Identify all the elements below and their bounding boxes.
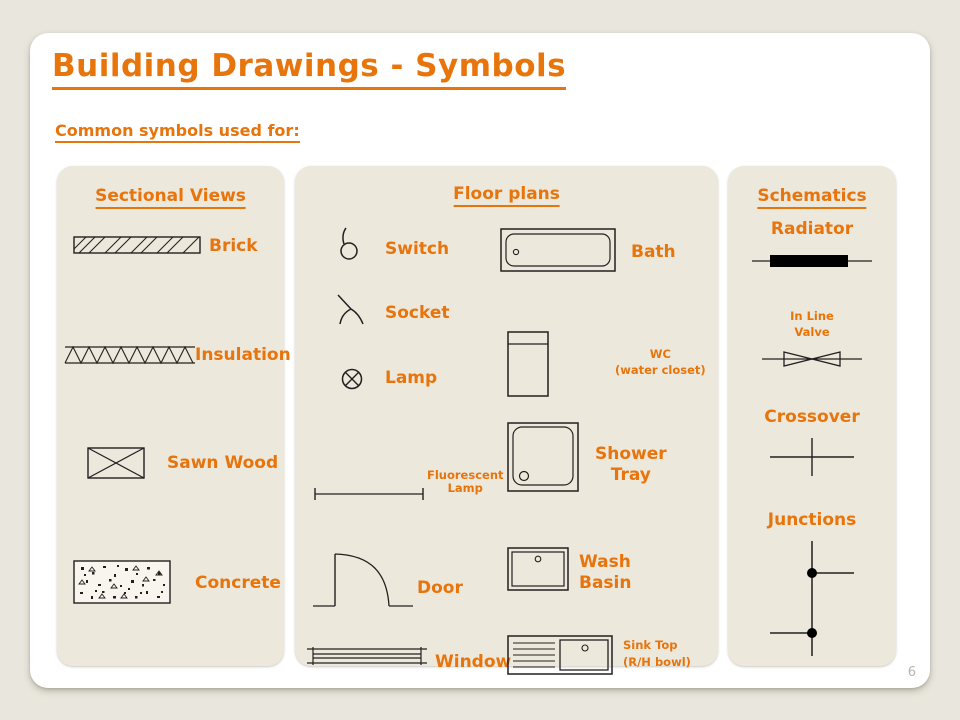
label-lamp: Lamp — [385, 368, 438, 388]
label-bath: Bath — [631, 242, 676, 262]
page-title: Building Drawings - Symbols — [52, 48, 567, 90]
label-sink-top: Sink Top (R/H bowl) — [623, 638, 691, 669]
concrete-speckle-symbol — [73, 560, 171, 604]
bath-symbol — [500, 228, 616, 272]
junctions-symbol — [770, 541, 854, 656]
label-window: Window — [435, 652, 512, 672]
lamp-symbol — [339, 366, 365, 392]
label-wc: WC (water closet) — [615, 347, 706, 377]
label-wash-basin: Wash Basin — [579, 552, 632, 594]
window-symbol — [307, 643, 427, 669]
page-number: 6 — [907, 665, 916, 680]
label-socket: Socket — [385, 303, 450, 323]
socket-symbol — [335, 293, 373, 327]
panel-title-sectional-views: Sectional Views — [95, 186, 246, 209]
panel-floor-plans: Floor plans Switch Socket Lamp Fluoresce… — [295, 166, 718, 675]
label-door: Door — [417, 578, 463, 598]
door-symbol — [313, 548, 421, 610]
panel-sectional-views: Sectional Views Brick Insulation Sawn Wo… — [57, 166, 291, 666]
label-junctions: Junctions — [767, 510, 857, 530]
sawn-wood-cross-symbol — [87, 447, 145, 479]
in-line-valve-symbol — [762, 349, 862, 369]
panel-title-schematics: Schematics — [757, 186, 867, 209]
slide-card: Building Drawings - Symbols Common symbo… — [30, 33, 930, 688]
sink-top-symbol — [507, 635, 613, 675]
label-insulation: Insulation — [195, 345, 291, 365]
label-radiator: Radiator — [770, 219, 854, 239]
brick-hatch-symbol — [73, 232, 201, 258]
label-concrete: Concrete — [195, 573, 281, 593]
radiator-symbol — [752, 252, 872, 270]
fluorescent-lamp-symbol — [313, 486, 425, 502]
insulation-zigzag-symbol — [64, 341, 197, 367]
panel-schematics: Schematics Radiator In Line Valve Crosso… — [728, 166, 896, 666]
panel-title-floor-plans: Floor plans — [453, 184, 560, 207]
label-sawn-wood: Sawn Wood — [167, 453, 279, 473]
label-in-line-valve: In Line Valve — [790, 309, 834, 340]
label-crossover: Crossover — [764, 407, 860, 427]
label-switch: Switch — [385, 239, 450, 259]
page-subtitle: Common symbols used for: — [55, 121, 300, 143]
shower-tray-symbol — [507, 422, 579, 492]
label-shower-tray: Shower Tray — [595, 444, 667, 486]
label-fluorescent-lamp: Fluorescent Lamp — [427, 468, 504, 495]
switch-symbol — [335, 226, 369, 262]
label-brick: Brick — [209, 236, 258, 256]
crossover-symbol — [770, 438, 854, 476]
wash-basin-symbol — [507, 547, 569, 591]
wc-symbol — [507, 331, 549, 397]
